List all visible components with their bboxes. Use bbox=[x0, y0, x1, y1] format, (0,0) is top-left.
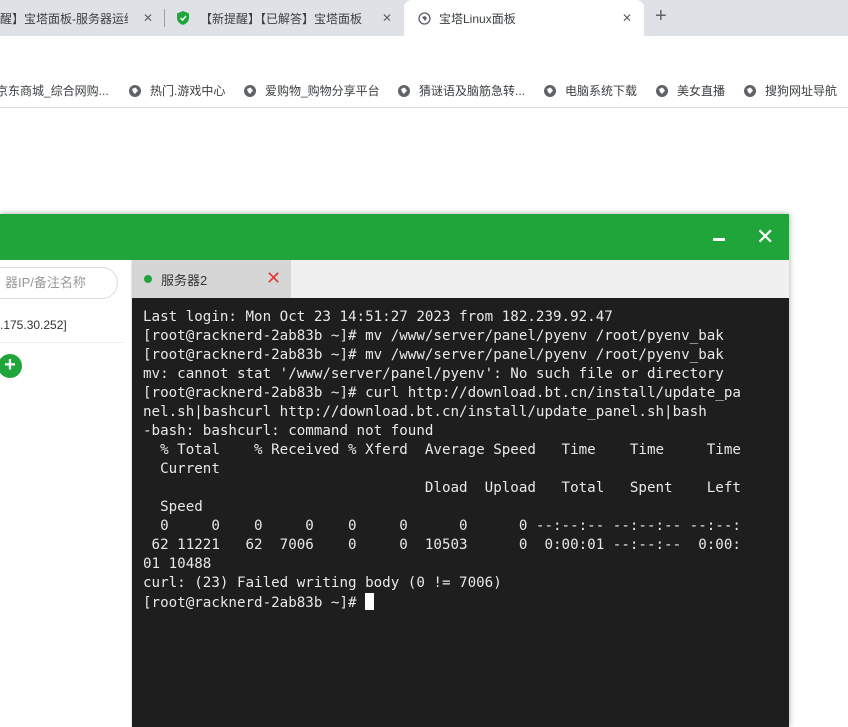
terminal-cursor bbox=[365, 593, 375, 610]
connected-status-dot bbox=[144, 275, 152, 283]
session-tab-label: 服务器2 bbox=[161, 272, 208, 288]
terminal-line: [root@racknerd-2ab83b ~]# curl http://do… bbox=[143, 385, 741, 401]
panel-close-button[interactable]: ✕ bbox=[756, 226, 774, 248]
terminal-line: curl: (23) Failed writing body (0 != 700… bbox=[143, 575, 502, 591]
globe-icon bbox=[544, 84, 556, 97]
tab-close-icon[interactable]: ✕ bbox=[143, 11, 153, 25]
terminal-line: 0 0 0 0 0 0 0 0 --:--:-- --:--:-- --:--: bbox=[143, 518, 741, 534]
bookmark-sogou-nav[interactable]: 搜狗网址导航 bbox=[743, 82, 837, 99]
bookmark-shopping[interactable]: 爱购物_购物分享平台 bbox=[243, 82, 380, 99]
terminal-line: -bash: bashcurl: command not found bbox=[143, 423, 434, 439]
bookmark-jd[interactable]: 京东商城_综合网购... bbox=[0, 82, 109, 99]
new-tab-button[interactable]: + bbox=[655, 5, 667, 28]
tab-label: 【新提醒】【已解答】宝塔面板 bbox=[200, 11, 363, 26]
minimize-button[interactable] bbox=[713, 238, 725, 241]
terminal-line: Dload Upload Total Spent Left bbox=[143, 480, 741, 496]
bookmark-label: 猜谜语及脑筋急转... bbox=[419, 84, 526, 98]
terminal-prompt: [root@racknerd-2ab83b ~]# bbox=[143, 595, 366, 611]
browser-tab-bar: 醒】宝塔面板-服务器运维 ✕ 【新提醒】【已解答】宝塔面板 ✕ 宝塔Linux面… bbox=[0, 0, 848, 36]
terminal-output: Last login: Mon Oct 23 14:51:27 2023 fro… bbox=[143, 308, 778, 593]
bookmark-games[interactable]: 热门.游戏中心 bbox=[128, 82, 225, 99]
bookmark-label: 热门.游戏中心 bbox=[150, 84, 226, 98]
terminal-line: mv: cannot stat '/www/server/panel/pyenv… bbox=[143, 366, 724, 382]
tab-close-icon[interactable]: ✕ bbox=[382, 11, 392, 25]
terminal-line: Current bbox=[143, 461, 220, 477]
bookmark-riddles[interactable]: 猜谜语及脑筋急转... bbox=[397, 82, 525, 99]
terminal-line: [root@racknerd-2ab83b ~]# mv /www/server… bbox=[143, 347, 724, 363]
bookmark-label: 搜狗网址导航 bbox=[765, 84, 838, 98]
bookmark-live[interactable]: 美女直播 bbox=[655, 82, 725, 99]
session-tab-strip: 服务器2 ✕ bbox=[132, 260, 789, 298]
tab-label: 醒】宝塔面板-服务器运维 bbox=[0, 11, 128, 26]
add-server-button[interactable]: + bbox=[0, 354, 22, 378]
terminal-panel-window: ✕ 器IP/备注名称 .175.30.252] + 服务器2 ✕ Last lo… bbox=[0, 214, 789, 727]
tab-label: 宝塔Linux面板 bbox=[439, 11, 516, 26]
bookmark-label: 京东商城_综合网购... bbox=[0, 84, 109, 98]
session-close-icon[interactable]: ✕ bbox=[266, 268, 281, 288]
session-tab-server2[interactable]: 服务器2 ✕ bbox=[132, 260, 291, 298]
terminal-line: Last login: Mon Oct 23 14:51:27 2023 fro… bbox=[143, 309, 613, 325]
server-search-input[interactable]: 器IP/备注名称 bbox=[0, 267, 118, 299]
globe-icon bbox=[244, 84, 256, 97]
bookmark-label: 美女直播 bbox=[677, 84, 726, 98]
server-sidebar: 器IP/备注名称 .175.30.252] + bbox=[0, 260, 132, 727]
terminal-line: [root@racknerd-2ab83b ~]# mv /www/server… bbox=[143, 328, 724, 344]
server-ip-label: .175.30.252] bbox=[0, 318, 67, 332]
browser-tab-baota-ops[interactable]: 醒】宝塔面板-服务器运维 ✕ bbox=[0, 0, 160, 36]
bookmark-label: 电脑系统下载 bbox=[565, 84, 638, 98]
globe-icon bbox=[744, 84, 756, 97]
terminal-line: 01 10488 bbox=[143, 556, 212, 572]
globe-icon bbox=[129, 84, 141, 97]
terminal-line: 62 11221 62 7006 0 0 10503 0 0:00:01 --:… bbox=[143, 537, 741, 553]
tab-close-icon[interactable]: ✕ bbox=[622, 11, 632, 25]
browser-tab-baota-linux-active[interactable]: 宝塔Linux面板 ✕ bbox=[404, 0, 644, 36]
globe-icon bbox=[656, 84, 668, 97]
panel-header: ✕ bbox=[0, 214, 789, 260]
bookmark-label: 爱购物_购物分享平台 bbox=[265, 84, 380, 98]
bookmarks-bar: 京东商城_综合网购... 热门.游戏中心 爱购物_购物分享平台 猜谜语及脑筋急转… bbox=[0, 74, 848, 108]
browser-tab-new-alert[interactable]: 【新提醒】【已解答】宝塔面板 ✕ bbox=[166, 0, 398, 36]
terminal-line: % Total % Received % Xferd Average Speed… bbox=[143, 442, 741, 458]
tab-separator bbox=[164, 9, 165, 27]
terminal-line: nel.sh|bashcurl http://download.bt.cn/in… bbox=[143, 404, 707, 420]
baota-shield-icon bbox=[177, 11, 189, 25]
globe-icon bbox=[398, 84, 410, 97]
terminal-console[interactable]: Last login: Mon Oct 23 14:51:27 2023 fro… bbox=[132, 298, 789, 727]
page-globe-icon bbox=[418, 11, 431, 25]
server-list-item[interactable]: .175.30.252] bbox=[0, 308, 124, 343]
bookmark-os-download[interactable]: 电脑系统下载 bbox=[543, 82, 637, 99]
address-bar-area bbox=[0, 36, 848, 74]
terminal-line: Speed bbox=[143, 499, 203, 515]
terminal-prompt-line: [root@racknerd-2ab83b ~]# bbox=[143, 593, 778, 613]
